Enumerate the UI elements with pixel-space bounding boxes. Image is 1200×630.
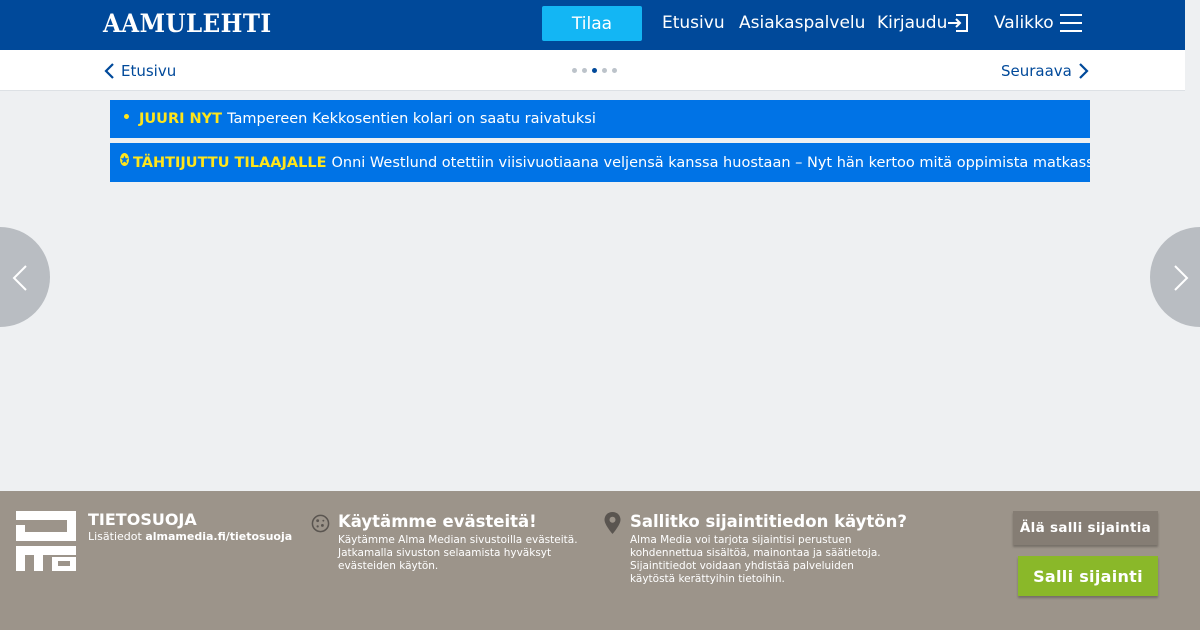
next-link-label: Seuraava bbox=[1001, 62, 1072, 80]
back-link-label: Etusivu bbox=[121, 62, 177, 80]
pager-dot[interactable] bbox=[592, 68, 597, 73]
nav-menu-link[interactable]: Valikko bbox=[994, 13, 1054, 33]
premium-story-banner[interactable]: TÄHTIJUTTU TILAAJALLE Onni Westlund otet… bbox=[110, 143, 1090, 182]
top-navigation-bar: AAMULEHTI Tilaa Etusivu Asiakaspalvelu K… bbox=[0, 0, 1185, 50]
pager-dot[interactable] bbox=[612, 68, 617, 73]
cookie-text: Käytämme Alma Median sivustoilla evästei… bbox=[338, 534, 578, 572]
pager-dot[interactable] bbox=[602, 68, 607, 73]
chevron-left-icon bbox=[104, 63, 114, 79]
alma-logo bbox=[16, 511, 76, 571]
privacy-info-prefix: Lisätiedot bbox=[88, 530, 142, 543]
login-arrow-icon[interactable] bbox=[947, 13, 969, 33]
nav-login-link[interactable]: Kirjaudu bbox=[877, 13, 947, 33]
news-headline: Tampereen Kekkosentien kolari on saatu r… bbox=[227, 111, 596, 127]
hamburger-menu-icon[interactable] bbox=[1060, 14, 1082, 32]
cookie-icon bbox=[311, 514, 330, 533]
star-icon bbox=[120, 153, 129, 166]
consent-footer: TIETOSUOJA Lisätiedot almamedia.fi/tieto… bbox=[0, 491, 1200, 630]
privacy-info: Lisätiedot almamedia.fi/tietosuoja bbox=[88, 530, 292, 543]
news-headline: Onni Westlund otettiin viisivuotiaana ve… bbox=[331, 154, 1090, 171]
article-pager-dots bbox=[572, 68, 617, 73]
next-article-arrow[interactable] bbox=[1150, 227, 1200, 327]
chevron-left-icon bbox=[12, 265, 27, 291]
location-pin-icon bbox=[604, 512, 621, 534]
pager-dot[interactable] bbox=[572, 68, 577, 73]
next-article-link[interactable]: Seuraava bbox=[1001, 62, 1089, 80]
back-to-front-page-link[interactable]: Etusivu bbox=[104, 62, 176, 80]
previous-article-arrow[interactable] bbox=[0, 227, 50, 327]
nav-customer-service-link[interactable]: Asiakaspalvelu bbox=[739, 13, 865, 33]
deny-location-button[interactable]: Älä salli sijaintia bbox=[1013, 511, 1158, 545]
location-title: Sallitko sijaintitiedon käytön? bbox=[630, 512, 907, 531]
aamulehti-logo[interactable]: AAMULEHTI bbox=[103, 9, 272, 38]
subscribe-button[interactable]: Tilaa bbox=[542, 6, 642, 41]
location-text: Alma Media voi tarjota sijaintisi perust… bbox=[630, 534, 881, 585]
bullet-icon bbox=[124, 113, 129, 119]
news-tag: TÄHTIJUTTU TILAAJALLE bbox=[133, 154, 327, 171]
breaking-news-banner[interactable]: JUURI NYT Tampereen Kekkosentien kolari … bbox=[110, 100, 1090, 138]
news-tag: JUURI NYT bbox=[139, 111, 223, 127]
article-sub-navigation: Etusivu Seuraava bbox=[0, 50, 1185, 91]
chevron-right-icon bbox=[1079, 63, 1089, 79]
nav-etusivu-link[interactable]: Etusivu bbox=[662, 13, 725, 33]
privacy-info-link[interactable]: almamedia.fi/tietosuoja bbox=[145, 530, 292, 543]
chevron-right-icon bbox=[1174, 265, 1189, 291]
privacy-title: TIETOSUOJA bbox=[88, 510, 197, 529]
allow-location-button[interactable]: Salli sijainti bbox=[1018, 556, 1158, 596]
cookie-title: Käytämme evästeitä! bbox=[338, 512, 537, 531]
pager-dot[interactable] bbox=[582, 68, 587, 73]
